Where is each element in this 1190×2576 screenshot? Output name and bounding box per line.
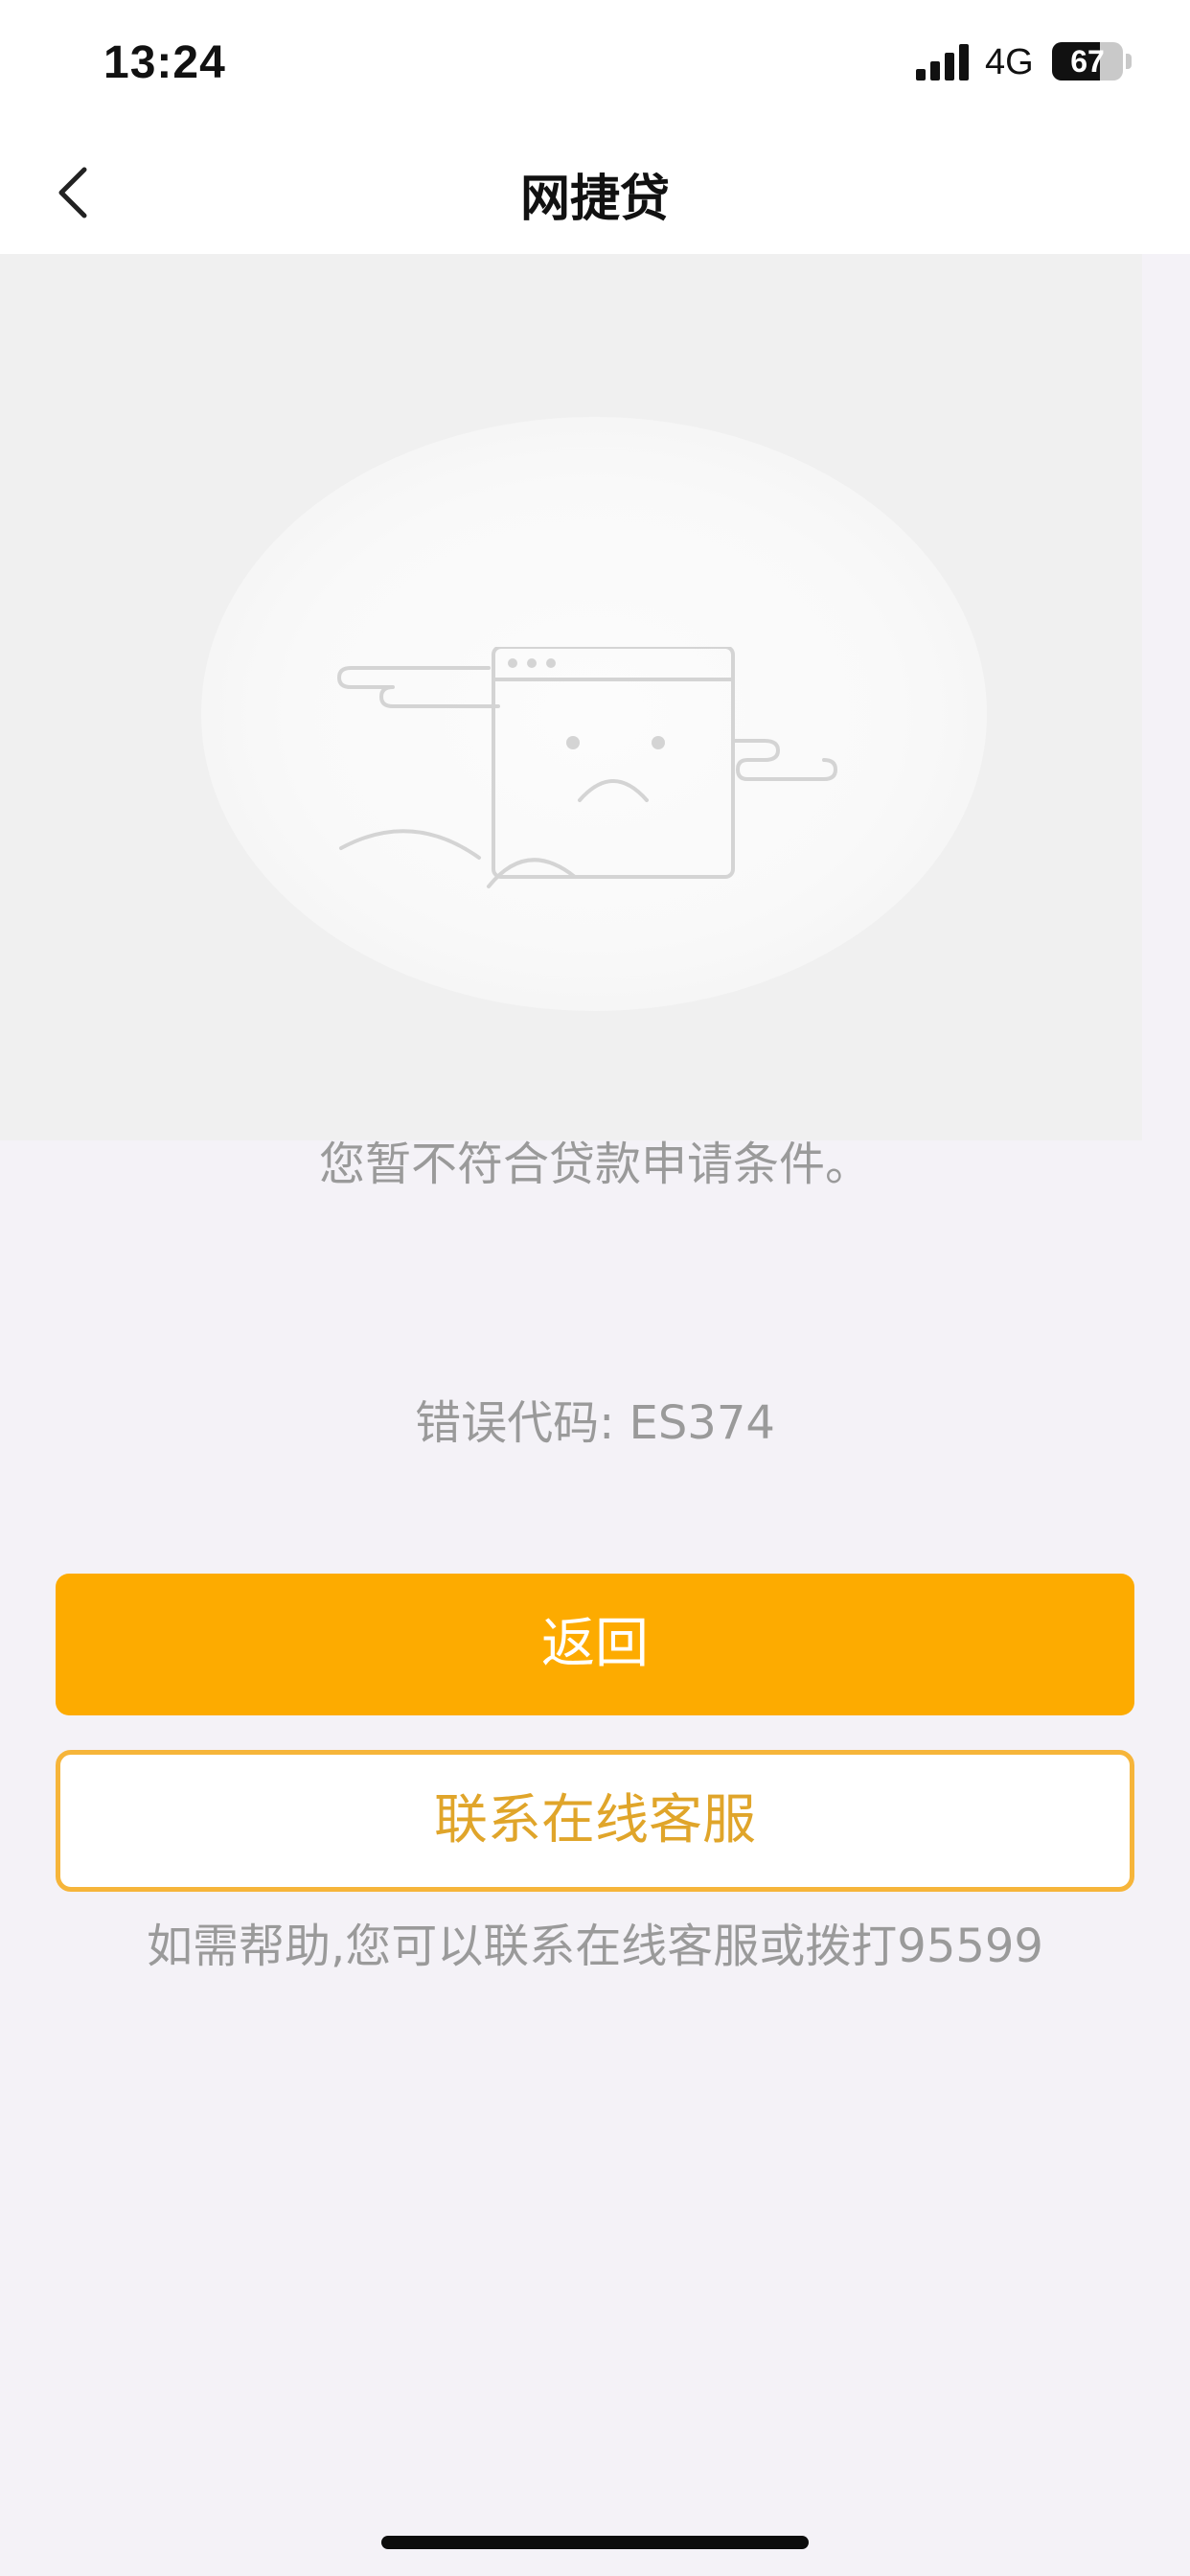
battery-icon: 67 (1052, 42, 1123, 80)
status-time: 13:24 (103, 37, 226, 88)
battery-level: 67 (1070, 44, 1105, 79)
ineligible-message: 您暂不符合贷款申请条件。 (318, 1138, 871, 1191)
return-button[interactable]: 返回 (56, 1574, 1134, 1715)
empty-state-illustration-area (0, 254, 1142, 1140)
home-indicator (381, 2536, 809, 2549)
sad-window-icon (337, 647, 837, 888)
contact-online-service-button[interactable]: 联系在线客服 (56, 1750, 1134, 1892)
error-code: 错误代码: ES374 (415, 1396, 775, 1450)
network-label: 4G (985, 42, 1034, 82)
status-bar: 13:24 4G 67 (0, 0, 1190, 129)
signal-icon (916, 44, 969, 80)
page-title: 网捷贷 (519, 171, 670, 228)
battery-cap (1126, 54, 1132, 69)
navigation-bar: 网捷贷 (0, 129, 1190, 254)
help-text: 如需帮助,您可以联系在线客服或拨打95599 (147, 1920, 1043, 1973)
